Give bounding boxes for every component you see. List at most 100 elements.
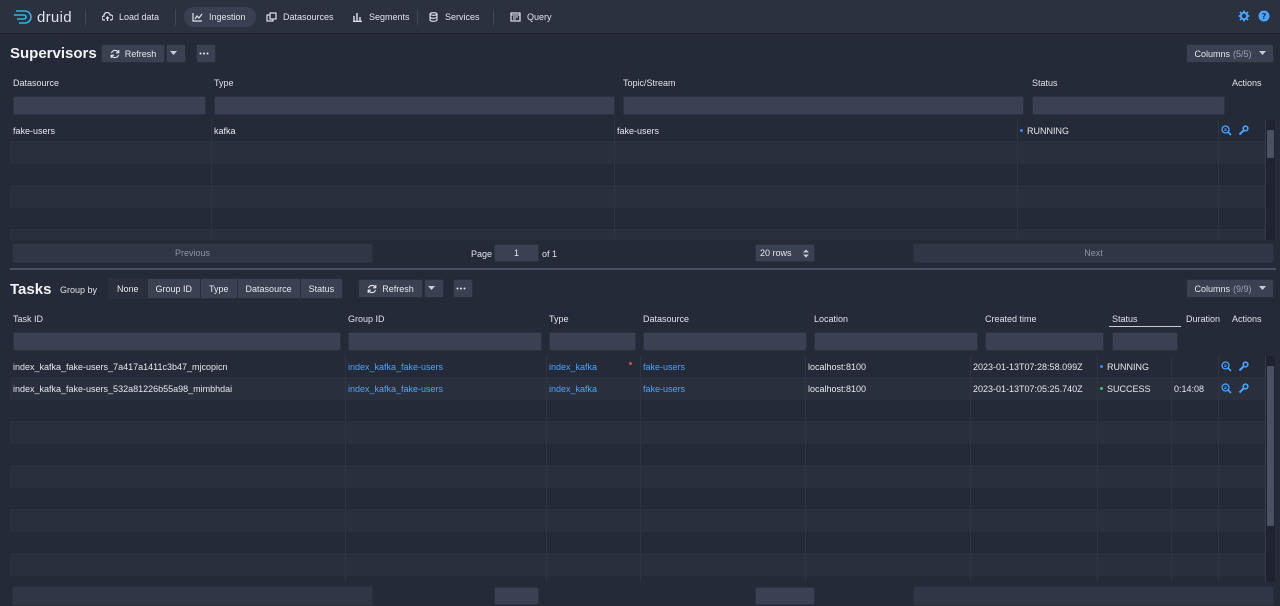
supervisors-next-button[interactable]: Next xyxy=(913,243,1274,263)
supervisors-columns-button[interactable]: Columns (5/5) xyxy=(1186,44,1274,63)
more-icon xyxy=(456,287,465,290)
tasks-filter-status[interactable] xyxy=(1112,332,1178,351)
supervisors-refresh-dropdown[interactable] xyxy=(166,44,186,63)
tasks-page-input[interactable] xyxy=(494,587,539,605)
search-template-icon[interactable] xyxy=(1221,361,1232,372)
tasks-refresh-dropdown[interactable] xyxy=(424,279,444,298)
tasks-next-button[interactable] xyxy=(913,586,1274,606)
supervisors-refresh-button[interactable]: Refresh xyxy=(101,44,165,63)
column-divider xyxy=(640,356,641,582)
task-type-link[interactable]: index_kafka xyxy=(549,356,597,377)
caret-down-icon xyxy=(428,286,435,290)
tasks-header-created[interactable]: Created time xyxy=(985,314,1037,324)
tasks-header-type[interactable]: Type xyxy=(549,314,569,324)
tasks-header-duration[interactable]: Duration xyxy=(1186,314,1220,324)
split-divider[interactable] xyxy=(10,268,1276,270)
column-divider xyxy=(1218,356,1219,582)
supervisors-header-topic[interactable]: Topic/Stream xyxy=(623,78,676,88)
nav-segments[interactable]: Segments xyxy=(344,7,418,27)
supervisor-topic: fake-users xyxy=(617,125,660,136)
task-group-id-link[interactable]: index_kafka_fake-users xyxy=(348,378,443,399)
nav-load-data[interactable]: Load data xyxy=(94,7,167,27)
druid-logo[interactable]: druid xyxy=(14,7,72,27)
table-row xyxy=(10,230,1265,240)
wrench-icon[interactable] xyxy=(1238,361,1249,372)
tasks-header-group-id[interactable]: Group ID xyxy=(348,314,385,324)
tasks-filter-datasource[interactable] xyxy=(643,332,807,351)
tasks-header-task-id[interactable]: Task ID xyxy=(13,314,43,324)
tasks-header-datasource[interactable]: Datasource xyxy=(643,314,689,324)
scrollbar-thumb[interactable] xyxy=(1267,130,1274,158)
tasks-filter-location[interactable] xyxy=(814,332,978,351)
column-divider xyxy=(211,120,212,240)
tasks-filter-type[interactable] xyxy=(549,332,636,351)
table-row[interactable]: index_kafka_fake-users_532a81226b55a98_m… xyxy=(10,378,1265,400)
supervisors-header-type[interactable]: Type xyxy=(214,78,234,88)
search-template-icon[interactable] xyxy=(1221,125,1232,136)
tasks-filter-task-id[interactable] xyxy=(13,332,341,351)
tasks-columns-count: (9/9) xyxy=(1233,283,1252,294)
tasks-header-status[interactable]: Status xyxy=(1112,314,1138,324)
supervisors-previous-button[interactable]: Previous xyxy=(12,243,373,263)
tasks-columns-button[interactable]: Columns (9/9) xyxy=(1186,279,1274,298)
column-divider xyxy=(1171,356,1172,582)
nav-query[interactable]: Query xyxy=(502,7,560,27)
tasks-filter-created[interactable] xyxy=(985,332,1104,351)
table-row xyxy=(10,510,1265,532)
task-type-link[interactable]: index_kafka xyxy=(549,378,597,399)
task-group-id-link[interactable]: index_kafka_fake-users xyxy=(348,356,443,377)
group-by-none[interactable]: None xyxy=(109,279,148,298)
group-by-status[interactable]: Status xyxy=(300,279,343,298)
supervisors-page-of: of 1 xyxy=(542,249,558,259)
application-icon xyxy=(510,12,521,22)
table-row xyxy=(10,400,1265,422)
nav-services[interactable]: Services xyxy=(420,7,488,27)
supervisors-filter-status[interactable] xyxy=(1032,96,1225,115)
nav-ingestion-label: Ingestion xyxy=(209,12,246,22)
gear-icon[interactable] xyxy=(1238,10,1250,22)
tasks-refresh-button[interactable]: Refresh xyxy=(358,279,423,298)
tasks-filter-group-id[interactable] xyxy=(348,332,542,351)
supervisors-filter-datasource[interactable] xyxy=(13,96,206,115)
column-divider xyxy=(805,356,806,582)
wrench-icon[interactable] xyxy=(1238,125,1249,136)
group-by-group-id[interactable]: Group ID xyxy=(147,279,202,298)
table-row xyxy=(10,142,1265,164)
supervisors-filter-type[interactable] xyxy=(214,96,615,115)
supervisors-filter-topic[interactable] xyxy=(623,96,1024,115)
nav-separator xyxy=(85,9,86,25)
tasks-columns-label: Columns xyxy=(1194,283,1230,294)
double-caret-icon xyxy=(803,249,809,257)
nav-ingestion[interactable]: Ingestion xyxy=(184,7,256,27)
supervisors-refresh-label: Refresh xyxy=(124,48,157,59)
supervisors-header-datasource[interactable]: Datasource xyxy=(13,78,59,88)
supervisors-more-button[interactable] xyxy=(196,44,216,63)
tasks-refresh-label: Refresh xyxy=(382,283,414,294)
nav-services-label: Services xyxy=(445,12,480,22)
supervisors-scrollbar[interactable] xyxy=(1265,120,1275,240)
database-icon xyxy=(429,12,438,22)
scrollbar-thumb[interactable] xyxy=(1267,366,1274,526)
group-by-type[interactable]: Type xyxy=(201,279,238,298)
table-row xyxy=(10,532,1265,554)
supervisors-rows-select[interactable]: 20 rows xyxy=(755,244,815,262)
supervisors-header-status[interactable]: Status xyxy=(1032,78,1058,88)
help-icon[interactable]: ? xyxy=(1258,10,1270,22)
table-row[interactable]: fake-users kafka fake-users RUNNING xyxy=(10,120,1265,142)
table-row xyxy=(10,164,1265,186)
task-datasource-link[interactable]: fake-users xyxy=(643,356,685,377)
tasks-more-button[interactable] xyxy=(453,279,473,298)
tasks-previous-button[interactable] xyxy=(12,586,373,606)
wrench-icon[interactable] xyxy=(1238,383,1249,394)
nav-datasources[interactable]: Datasources xyxy=(258,7,342,27)
tasks-header-location[interactable]: Location xyxy=(814,314,848,324)
tasks-scrollbar[interactable] xyxy=(1265,356,1275,582)
svg-text:?: ? xyxy=(1262,12,1267,21)
search-template-icon[interactable] xyxy=(1221,383,1232,394)
table-row[interactable]: index_kafka_fake-users_7a417a1411c3b47_m… xyxy=(10,356,1265,378)
table-row xyxy=(10,444,1265,466)
group-by-datasource[interactable]: Datasource xyxy=(237,279,301,298)
supervisors-page-input[interactable]: 1 xyxy=(494,244,539,262)
tasks-rows-select[interactable] xyxy=(755,587,815,605)
task-datasource-link[interactable]: fake-users xyxy=(643,378,685,399)
